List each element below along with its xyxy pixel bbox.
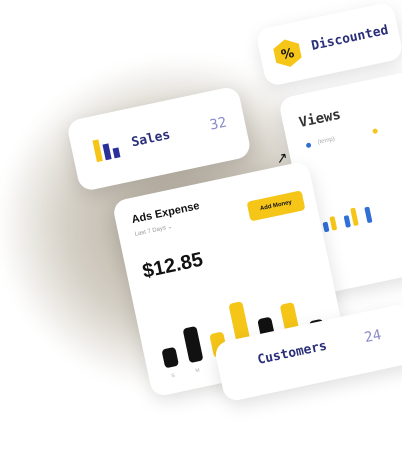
views-bar: [329, 215, 338, 231]
add-money-button[interactable]: Add Money: [246, 190, 306, 222]
views-bar: [343, 215, 351, 228]
arrow-up-right-icon[interactable]: ↗: [275, 149, 290, 168]
discounted-card[interactable]: % Discounted: [255, 1, 402, 88]
ads-expense-title: Ads Expense: [130, 199, 201, 227]
customers-value: 24: [362, 327, 383, 347]
customers-label: Customers: [256, 338, 329, 368]
sales-value: 32: [208, 114, 229, 134]
views-title: Views: [297, 106, 343, 132]
expense-bar: [183, 326, 203, 363]
bar-chart-icon: [92, 139, 121, 163]
sales-label: Sales: [130, 127, 172, 151]
day-label: M: [194, 367, 201, 375]
sales-card[interactable]: Sales 32: [65, 85, 253, 193]
views-legend-label: (temp): [317, 136, 336, 146]
views-bar: [322, 221, 330, 233]
expense-amount: $12.85: [140, 248, 205, 283]
chevron-down-icon: ⌄: [166, 223, 174, 231]
dashboard-scene: % Discounted Sales 32 Views (temp) Ads E…: [0, 0, 402, 454]
svg-text:%: %: [280, 46, 296, 63]
expense-bar: [162, 347, 179, 368]
date-range-label: Last 7 Days: [134, 225, 167, 238]
views-bar: [350, 207, 359, 227]
views-bar: [364, 206, 373, 224]
discounted-label: Discounted: [310, 22, 390, 54]
legend-dot-yellow: [372, 128, 379, 135]
day-label: S: [170, 372, 176, 380]
date-range-dropdown[interactable]: Last 7 Days ⌄: [134, 223, 173, 238]
legend-dot-blue: [305, 142, 312, 149]
percent-icon: %: [273, 39, 302, 67]
